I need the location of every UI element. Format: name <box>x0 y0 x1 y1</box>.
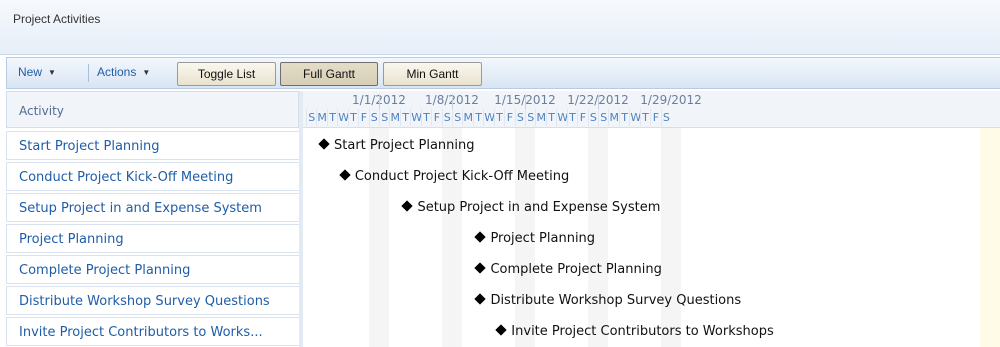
list-title: Project Activities <box>13 12 101 26</box>
week-separator <box>452 94 454 109</box>
milestone-label: Conduct Project Kick-Off Meeting <box>354 169 570 184</box>
day-letter: T <box>472 109 483 126</box>
week-separator <box>598 94 600 109</box>
day-letter: F <box>504 109 514 126</box>
gantt-chart: 1/1/20121/8/20121/15/20121/22/20121/29/2… <box>303 91 1000 347</box>
day-letter: S <box>379 109 389 126</box>
activity-row[interactable]: Start Project Planning <box>6 131 299 160</box>
day-letter: S <box>441 109 452 126</box>
day-letter: F <box>358 109 368 126</box>
week-label: 1/29/2012 <box>640 93 702 107</box>
day-letter: W <box>410 109 423 126</box>
activity-link[interactable]: Invite Project Contributors to Works... <box>19 325 263 340</box>
gantt-milestone[interactable]: Project Planning <box>474 231 596 251</box>
milestone-diamond-icon <box>495 324 507 336</box>
activity-link[interactable]: Start Project Planning <box>19 139 160 154</box>
today-marker <box>980 128 1000 347</box>
day-letter: W <box>629 109 642 126</box>
milestone-diamond-icon <box>474 231 487 243</box>
day-letter: S <box>598 109 608 126</box>
day-letter: S <box>452 109 462 126</box>
milestone-diamond-icon <box>339 169 351 181</box>
activity-row[interactable]: Conduct Project Kick-Off Meeting <box>6 162 299 191</box>
milestone-diamond-icon <box>474 293 487 305</box>
gantt-milestone[interactable]: Setup Project in and Expense System <box>401 200 661 220</box>
week-separator <box>379 94 380 109</box>
full-gantt-button[interactable]: Full Gantt <box>280 62 378 86</box>
day-letter: T <box>399 109 410 126</box>
day-letter: M <box>389 109 400 126</box>
activity-column-header-label: Activity <box>19 104 64 118</box>
day-letter: T <box>545 109 556 126</box>
day-letter: T <box>347 109 358 126</box>
activity-row[interactable]: Distribute Workshop Survey Questions <box>6 286 299 315</box>
day-letter: F <box>577 109 587 126</box>
day-letter: S <box>368 109 379 126</box>
day-letter: W <box>483 109 496 126</box>
milestone-label: Setup Project in and Expense System <box>417 200 661 215</box>
day-letter: F <box>431 109 441 126</box>
weekend-band <box>368 128 390 347</box>
toolbar-separator <box>88 64 89 82</box>
milestone-label: Invite Project Contributors to Workshops <box>511 324 774 339</box>
day-letter: T <box>639 109 650 126</box>
gantt-timescale-header: 1/1/20121/8/20121/15/20121/22/20121/29/2… <box>303 91 1000 128</box>
week-separator <box>525 94 527 109</box>
day-letter: S <box>525 109 535 126</box>
gantt-milestone[interactable]: Start Project Planning <box>318 138 475 158</box>
activity-row[interactable]: Complete Project Planning <box>6 255 299 284</box>
milestone-label: Distribute Workshop Survey Questions <box>490 293 742 308</box>
day-letter: M <box>608 109 619 126</box>
day-letter: T <box>566 109 577 126</box>
milestone-diamond-icon <box>401 200 414 212</box>
day-letter: W <box>556 109 569 126</box>
activity-row[interactable]: Project Planning <box>6 224 299 253</box>
dropdown-arrow-icon: ▼ <box>48 68 56 77</box>
day-letter: M <box>535 109 546 126</box>
dropdown-arrow-icon: ▼ <box>142 68 151 77</box>
day-letter: M <box>316 109 327 126</box>
gantt-milestone[interactable]: Distribute Workshop Survey Questions <box>474 293 742 313</box>
activity-column-header[interactable]: Activity <box>6 91 299 128</box>
milestone-diamond-icon <box>474 262 487 274</box>
weekend-band <box>660 128 682 347</box>
gantt-milestone[interactable]: Invite Project Contributors to Workshops <box>495 324 774 344</box>
new-menu-label: New <box>18 65 43 79</box>
day-letter: S <box>587 109 598 126</box>
activity-link[interactable]: Complete Project Planning <box>19 263 190 278</box>
activity-row[interactable]: Invite Project Contributors to Works... <box>6 317 299 346</box>
toolbar: New ▼ Actions ▼ Toggle List Full Gantt Min… <box>6 57 1000 89</box>
day-letter: M <box>462 109 473 126</box>
activity-link[interactable]: Project Planning <box>19 232 124 247</box>
gantt-milestone[interactable]: Conduct Project Kick-Off Meeting <box>339 169 570 189</box>
day-letter: F <box>650 109 660 126</box>
day-letter: T <box>420 109 431 126</box>
gantt-milestone[interactable]: Complete Project Planning <box>474 262 662 282</box>
activity-row[interactable]: Setup Project in and Expense System <box>6 193 299 222</box>
weekend-band <box>441 128 463 347</box>
day-letter: S <box>660 109 671 126</box>
activity-link[interactable]: Conduct Project Kick-Off Meeting <box>19 170 233 185</box>
day-letter: S <box>514 109 525 126</box>
day-letter: W <box>337 109 350 126</box>
actions-menu-label: Actions <box>97 65 137 79</box>
actions-menu[interactable]: Actions ▼ <box>97 65 150 79</box>
day-letter: T <box>326 109 337 126</box>
day-letter: S <box>306 109 316 126</box>
milestone-label: Project Planning <box>490 231 596 246</box>
list-title-bar: Project Activities <box>0 0 1000 55</box>
day-letter: T <box>493 109 504 126</box>
min-gantt-button[interactable]: Min Gantt <box>383 62 482 86</box>
toggle-list-button[interactable]: Toggle List <box>177 62 276 86</box>
day-letter: T <box>618 109 629 126</box>
milestone-label: Start Project Planning <box>334 138 475 153</box>
activity-link[interactable]: Distribute Workshop Survey Questions <box>19 294 270 309</box>
milestone-diamond-icon <box>318 138 330 150</box>
milestone-label: Complete Project Planning <box>490 262 662 277</box>
activity-link[interactable]: Setup Project in and Expense System <box>19 201 262 216</box>
new-menu[interactable]: New ▼ <box>18 65 56 79</box>
